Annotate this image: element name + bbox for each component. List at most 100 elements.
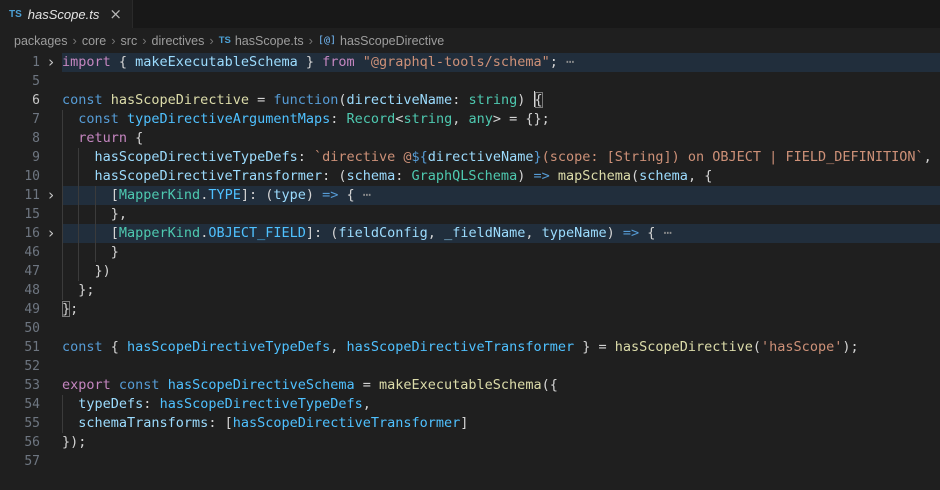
code-line-content[interactable] <box>62 452 940 471</box>
code-line-content[interactable]: export const hasScopeDirectiveSchema = m… <box>62 376 940 395</box>
code-line-content[interactable]: }; <box>62 300 940 319</box>
code-line[interactable]: 53 export const hasScopeDirectiveSchema =… <box>0 376 940 395</box>
code-line[interactable]: 11 › [MapperKind.TYPE]: (type) => { ⋯ <box>0 186 940 205</box>
chevron-right-icon[interactable]: › <box>46 53 55 72</box>
code-line-content[interactable]: hasScopeDirectiveTransformer: (schema: G… <box>62 167 940 186</box>
chevron-right-icon[interactable]: › <box>46 224 55 243</box>
code-line-content[interactable]: [MapperKind.OBJECT_FIELD]: (fieldConfig,… <box>62 224 940 243</box>
code-line[interactable]: 9 hasScopeDirectiveTypeDefs: `directive … <box>0 148 940 167</box>
code-token: hasScopeDirective <box>111 92 249 108</box>
code-line-content[interactable]: }, <box>62 205 940 224</box>
line-number[interactable]: 1 <box>0 53 40 72</box>
code-line-content[interactable]: } <box>62 243 940 262</box>
code-line[interactable]: 56}); <box>0 433 940 452</box>
code-token: directiveName <box>428 149 534 165</box>
line-number[interactable]: 6 <box>0 91 40 110</box>
line-number[interactable]: 11 <box>0 186 40 205</box>
line-number[interactable]: 49 <box>0 300 40 319</box>
code-line[interactable]: 5 <box>0 72 940 91</box>
code-token: , <box>525 225 541 241</box>
gutter-fold-column <box>40 110 62 129</box>
code-token: : ( <box>322 168 346 184</box>
tab-title: hasScope.ts <box>28 7 100 22</box>
line-number[interactable]: 57 <box>0 452 40 471</box>
code-line-content[interactable]: const typeDirectiveArgumentMaps: Record<… <box>62 110 940 129</box>
chevron-right-icon[interactable]: › <box>46 186 55 205</box>
code-line-content[interactable]: typeDefs: hasScopeDirectiveTypeDefs, <box>62 395 940 414</box>
code-line-content[interactable]: }) <box>62 262 940 281</box>
code-token: any <box>468 111 492 127</box>
line-number[interactable]: 48 <box>0 281 40 300</box>
code-token: => <box>623 225 639 241</box>
code-token: : <box>395 168 411 184</box>
gutter-fold-column <box>40 281 62 300</box>
code-token: }) <box>62 263 111 279</box>
line-number[interactable]: 9 <box>0 148 40 167</box>
code-line[interactable]: 55 schemaTransforms: [hasScopeDirectiveT… <box>0 414 940 433</box>
code-line[interactable]: 7 const typeDirectiveArgumentMaps: Recor… <box>0 110 940 129</box>
code-line-content[interactable] <box>62 357 940 376</box>
breadcrumb-label: hasScopeDirective <box>340 34 444 48</box>
code-line-content[interactable]: }); <box>62 433 940 452</box>
line-number[interactable]: 53 <box>0 376 40 395</box>
code-token: makeExecutableSchema <box>135 54 298 70</box>
code-line[interactable]: 52 <box>0 357 940 376</box>
line-number[interactable]: 52 <box>0 357 40 376</box>
close-icon[interactable]: × <box>109 7 122 22</box>
line-number[interactable]: 50 <box>0 319 40 338</box>
code-line-content[interactable]: }; <box>62 281 940 300</box>
code-line[interactable]: 47 }) <box>0 262 940 281</box>
code-line-content[interactable]: hasScopeDirectiveTypeDefs: `directive @$… <box>62 148 940 167</box>
gutter-fold-column: › <box>40 186 62 205</box>
code-line[interactable]: 49}; <box>0 300 940 319</box>
code-line-content[interactable]: [MapperKind.TYPE]: (type) => { ⋯ <box>62 186 940 205</box>
line-number[interactable]: 56 <box>0 433 40 452</box>
code-line-content[interactable]: const hasScopeDirective = function(direc… <box>62 91 940 110</box>
code-line-content[interactable]: import { makeExecutableSchema } from "@g… <box>62 53 940 72</box>
code-line-content[interactable] <box>62 72 940 91</box>
code-token: (scope: [String]) on OBJECT | FIELD_DEFI… <box>542 149 924 165</box>
line-number[interactable]: 46 <box>0 243 40 262</box>
code-line[interactable]: 50 <box>0 319 940 338</box>
code-line-content[interactable] <box>62 319 940 338</box>
code-line-content[interactable]: return { <box>62 129 940 148</box>
code-editor[interactable]: 1 › import { makeExecutableSchema } from "… <box>0 53 940 471</box>
code-line[interactable]: 15 }, <box>0 205 940 224</box>
gutter-fold-column <box>40 129 62 148</box>
line-number[interactable]: 8 <box>0 129 40 148</box>
line-number[interactable]: 54 <box>0 395 40 414</box>
breadcrumb-item-packages[interactable]: packages <box>14 34 68 48</box>
line-number[interactable]: 15 <box>0 205 40 224</box>
code-line[interactable]: 10 hasScopeDirectiveTransformer: (schema… <box>0 167 940 186</box>
code-line[interactable]: 1 › import { makeExecutableSchema } from "… <box>0 53 940 72</box>
gutter-fold-column: › <box>40 224 62 243</box>
code-line[interactable]: 16 › [MapperKind.OBJECT_FIELD]: (fieldCon… <box>0 224 940 243</box>
code-line[interactable]: 54 typeDefs: hasScopeDirectiveTypeDefs, <box>0 395 940 414</box>
line-number[interactable]: 5 <box>0 72 40 91</box>
code-line-content[interactable]: const { hasScopeDirectiveTypeDefs, hasSc… <box>62 338 940 357</box>
code-line[interactable]: 8 return { <box>0 129 940 148</box>
line-number[interactable]: 47 <box>0 262 40 281</box>
line-number[interactable]: 16 <box>0 224 40 243</box>
breadcrumb-item-directives[interactable]: directives <box>152 34 205 48</box>
breadcrumb-item-hasscope-ts[interactable]: TShasScope.ts <box>219 34 304 48</box>
breadcrumb-item-core[interactable]: core <box>82 34 106 48</box>
code-line[interactable]: 51 const { hasScopeDirectiveTypeDefs, has… <box>0 338 940 357</box>
breadcrumb-item-hasscopedirective[interactable]: [@]hasScopeDirective <box>318 34 444 48</box>
code-line[interactable]: 6 const hasScopeDirective = function(dire… <box>0 91 940 110</box>
code-line-content[interactable]: schemaTransforms: [hasScopeDirectiveTran… <box>62 414 940 433</box>
code-line[interactable]: 46 } <box>0 243 940 262</box>
indent-guide <box>78 243 79 262</box>
line-number[interactable]: 51 <box>0 338 40 357</box>
code-token: [ <box>62 187 119 203</box>
code-line[interactable]: 48 }; <box>0 281 940 300</box>
code-line[interactable]: 57 <box>0 452 940 471</box>
line-number[interactable]: 7 <box>0 110 40 129</box>
code-token: type <box>273 187 306 203</box>
line-number[interactable]: 10 <box>0 167 40 186</box>
tab-hasscope[interactable]: TS hasScope.ts × <box>0 0 133 28</box>
gutter-fold-column <box>40 91 62 110</box>
indent-guide <box>62 243 63 262</box>
breadcrumb-item-src[interactable]: src <box>121 34 138 48</box>
line-number[interactable]: 55 <box>0 414 40 433</box>
